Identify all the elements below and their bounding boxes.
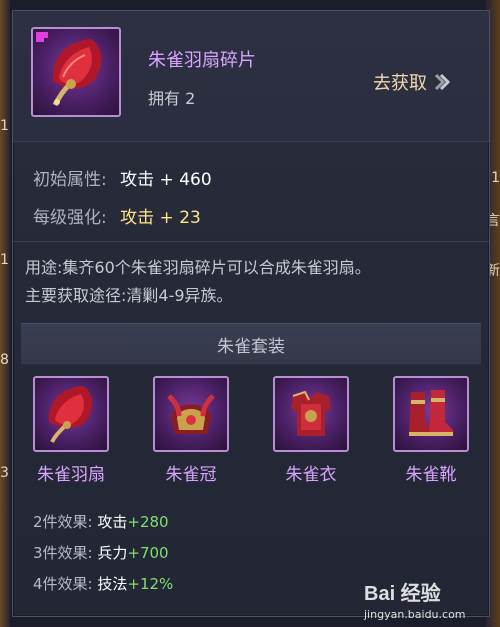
boots-icon bbox=[409, 390, 453, 436]
edge-glyph: 1 bbox=[0, 252, 9, 268]
per-level-label: 每级强化: bbox=[33, 208, 107, 228]
effect-label: 3件效果: bbox=[33, 544, 93, 562]
effect-label: 4件效果: bbox=[33, 575, 93, 593]
feather-fan-icon bbox=[48, 386, 92, 443]
suit-item-boots[interactable]: 朱雀靴 bbox=[391, 376, 471, 485]
suit-item-slot[interactable] bbox=[273, 376, 349, 452]
armor-icon bbox=[291, 390, 331, 436]
per-level-attribute-row: 每级强化: 攻击 + 23 bbox=[33, 203, 201, 228]
suit-item-name: 朱雀衣 bbox=[285, 465, 337, 485]
divider bbox=[13, 141, 489, 142]
effect-stat: 攻击 bbox=[97, 513, 128, 531]
edge-glyph: 8 bbox=[0, 352, 9, 368]
divider bbox=[13, 241, 489, 242]
helmet-icon bbox=[167, 394, 215, 434]
base-attribute-value: 攻击 + 460 bbox=[120, 170, 212, 190]
edge-glyph: 1 bbox=[0, 118, 9, 134]
effect-label: 2件效果: bbox=[33, 513, 93, 531]
feather-fan-icon bbox=[36, 32, 102, 107]
edge-glyph: 1 bbox=[491, 170, 500, 186]
item-tooltip-panel: 朱雀羽扇碎片 拥有 2 去获取 初始属性: 攻击 + 460 每级强化: 攻击 … bbox=[12, 10, 490, 617]
effect-bonus: +280 bbox=[127, 513, 169, 531]
per-level-value: 攻击 + 23 bbox=[120, 208, 201, 228]
suit-item-name: 朱雀冠 bbox=[165, 465, 217, 485]
item-name: 朱雀羽扇碎片 bbox=[148, 50, 256, 71]
effect-bonus: +700 bbox=[127, 544, 169, 562]
suit-item-armor[interactable]: 朱雀衣 bbox=[271, 376, 351, 485]
item-description: 用途:集齐60个朱雀羽扇碎片可以合成朱雀羽扇。 主要获取途径:清剿4-9异族。 bbox=[25, 254, 371, 310]
suit-item-slot[interactable] bbox=[33, 376, 109, 452]
suit-effect-row: 2件效果: 攻击+280 bbox=[33, 511, 169, 532]
suit-item-slot[interactable] bbox=[393, 376, 469, 452]
suit-effect-row: 3件效果: 兵力+700 bbox=[33, 542, 169, 563]
get-source-label: 去获取 bbox=[373, 73, 427, 94]
source-text: 主要获取途径:清剿4-9异族。 bbox=[25, 286, 233, 305]
item-header: 朱雀羽扇碎片 拥有 2 去获取 bbox=[13, 11, 489, 141]
background-left-edge bbox=[0, 0, 10, 627]
watermark-url: jingyan.baidu.com bbox=[364, 608, 466, 621]
suit-item-slot[interactable] bbox=[153, 376, 229, 452]
effect-stat: 兵力 bbox=[97, 544, 128, 562]
edge-glyph: 3 bbox=[0, 465, 9, 481]
owned-count: 拥有 2 bbox=[148, 89, 196, 108]
baidu-watermark: Bai 经验 jingyan.baidu.com bbox=[364, 577, 484, 621]
suit-effect-row: 4件效果: 技法+12% bbox=[33, 573, 173, 594]
base-attribute-row: 初始属性: 攻击 + 460 bbox=[33, 165, 212, 190]
base-attribute-label: 初始属性: bbox=[33, 170, 107, 190]
usage-text: 用途:集齐60个朱雀羽扇碎片可以合成朱雀羽扇。 bbox=[25, 258, 371, 277]
suit-title: 朱雀套装 bbox=[21, 323, 481, 365]
item-icon-slot[interactable] bbox=[31, 27, 121, 117]
suit-item-name: 朱雀靴 bbox=[405, 465, 457, 485]
effect-bonus: +12% bbox=[127, 575, 174, 593]
suit-item-list: 朱雀羽扇 朱雀冠 朱雀衣 朱雀靴 bbox=[13, 376, 489, 496]
effect-stat: 技法 bbox=[97, 575, 128, 593]
get-source-button[interactable]: 去获取 bbox=[373, 69, 451, 95]
watermark-brand: Bai 经验 bbox=[364, 583, 441, 605]
suit-item-fan[interactable]: 朱雀羽扇 bbox=[31, 376, 111, 485]
suit-item-helmet[interactable]: 朱雀冠 bbox=[151, 376, 231, 485]
suit-item-name: 朱雀羽扇 bbox=[37, 465, 105, 485]
chevron-right-icon bbox=[434, 73, 451, 91]
